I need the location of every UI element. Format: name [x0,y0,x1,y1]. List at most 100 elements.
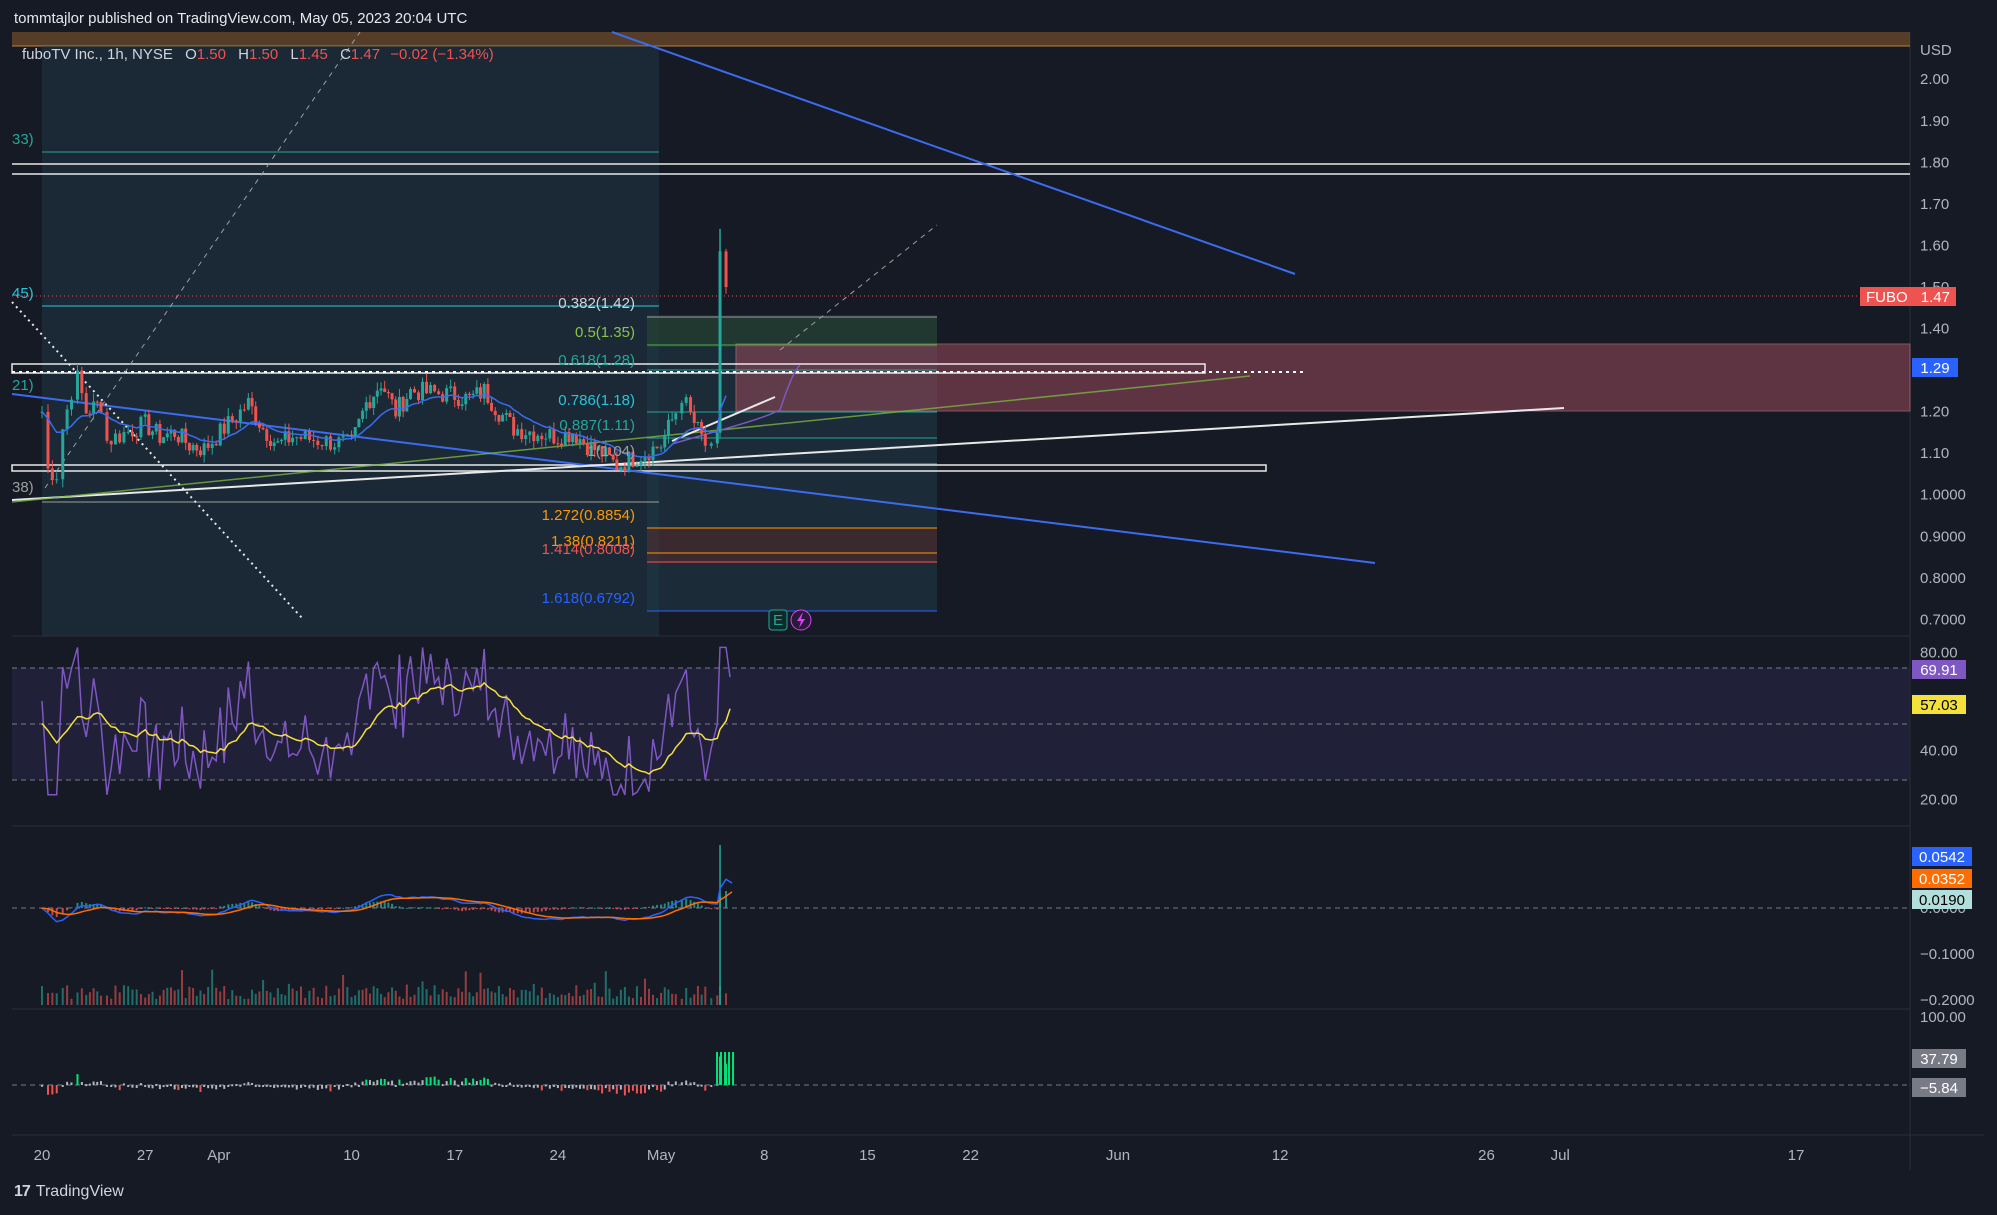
chart[interactable]: fuboTV Inc., 1h, NYSE O1.50 H1.50 L1.45 … [0,0,1997,1215]
price-axis[interactable]: USD2.001.901.801.701.601.501.401.301.201… [1920,42,1966,628]
candle-body [312,439,316,441]
candle-body [390,393,394,400]
volume-bar [342,974,345,1005]
macd-badge-text: 0.0542 [1919,849,1965,866]
osc-bar [700,1084,703,1087]
osc-bar [380,1078,383,1085]
fib-0887-label: 0.887(1.11) [559,417,635,434]
macd-hist-bar [173,908,176,909]
osc-bar [85,1084,88,1087]
time-axis[interactable]: 20 27 Apr 10 17 24 May 8 15 22 Jun 12 26 Jul 17 [34,1147,1805,1164]
macd-hist-bar [656,904,659,908]
volume-bar [376,988,379,1005]
osc-bar [560,1085,563,1091]
volume-bar [505,996,508,1005]
candle-body [582,439,586,444]
volume-bar [437,994,440,1005]
macd-hist-bar [181,907,184,909]
macd-hist-bar [135,908,138,911]
osc-bar [394,1085,397,1087]
osc-bar [671,1084,674,1087]
candle-body [703,433,707,446]
volume-bar [635,986,638,1005]
osc-badge-1-text: 37.79 [1920,1051,1958,1068]
volume-bar [325,985,328,1005]
price-tick: 0.8000 [1920,570,1966,587]
macd-hist-bar [215,908,218,909]
volume-bar [333,995,336,1005]
level-badge: 1.29 [1912,358,1958,377]
osc-bar [486,1078,489,1085]
macd-hist-bar [597,907,600,909]
osc-bar [376,1080,379,1085]
macd-hist-bar [131,908,134,911]
candle-body [109,440,113,445]
candle-body [544,438,548,440]
volume-bar [652,994,655,1005]
macd-hist-bar [166,908,169,909]
volume-bar [99,995,102,1005]
macd-hist-bar [660,904,663,908]
lightning-icon[interactable] [790,609,812,631]
candle-body [135,436,139,438]
osc-bar [405,1082,408,1085]
macd-hist-bar [227,904,230,908]
earnings-marker[interactable]: E [768,609,788,631]
macd-hist-bar [325,908,328,909]
candle-body [635,465,639,467]
osc-bar [169,1084,172,1087]
osc-bar [536,1085,539,1088]
osc-bar [433,1076,436,1085]
volume-bar [528,991,531,1005]
price-tick: 1.20 [1920,404,1949,421]
volume-bar [368,993,371,1005]
osc-bar [508,1082,511,1085]
macd-hist-bar [387,902,390,908]
volume-bar [199,990,202,1005]
volume-bar [203,994,206,1005]
osc-bar [269,1085,272,1087]
candle-body [433,385,437,392]
candle-body [242,409,246,411]
osc-bar [300,1085,302,1088]
macd-hist-bar [472,908,475,910]
candle-body [715,432,719,444]
oscillator-axis[interactable]: 100.00 [1920,1009,1966,1026]
volume-bar [564,995,567,1005]
osc-bar [162,1085,165,1088]
volume-bar [490,991,493,1005]
osc-bar [468,1082,471,1085]
macd-hist-bar [571,907,574,909]
osc-bar [387,1081,390,1085]
macd-hist-bar [151,908,154,909]
volume-bar [254,993,257,1005]
osc-bar [685,1080,688,1085]
osc-bar [441,1084,444,1087]
macd-hist-bar [413,907,416,909]
macd-axis[interactable]: 0.0000−0.1000−0.2000 [1920,900,1975,1009]
volume-bar [300,986,302,1005]
macd-hist-bar [350,907,353,909]
volume-bar [719,986,722,1005]
osc-bar [368,1080,371,1085]
osc-bar [544,1084,547,1087]
candle-body [202,443,206,456]
macd-hist-bar [615,908,618,910]
macd-hist-bar [66,908,69,911]
candle-body [151,431,155,436]
rsi-tick: 40.00 [1920,743,1958,760]
volume-bar [700,994,703,1005]
volume-bar [247,998,250,1005]
candle-body [692,412,696,424]
volume-bar [135,989,138,1005]
osc-bar [207,1085,210,1089]
tradingview-logo[interactable]: 17 TradingView [14,1183,124,1201]
volume-bar [158,995,161,1005]
macd-hist-bar [567,908,570,909]
volume-bar [239,995,242,1005]
macd-hist-bar [548,908,551,910]
macd-hist-bar [704,907,707,909]
volume-bar [151,991,154,1005]
price-tick: 1.80 [1920,154,1949,171]
volume-bar [660,992,663,1005]
